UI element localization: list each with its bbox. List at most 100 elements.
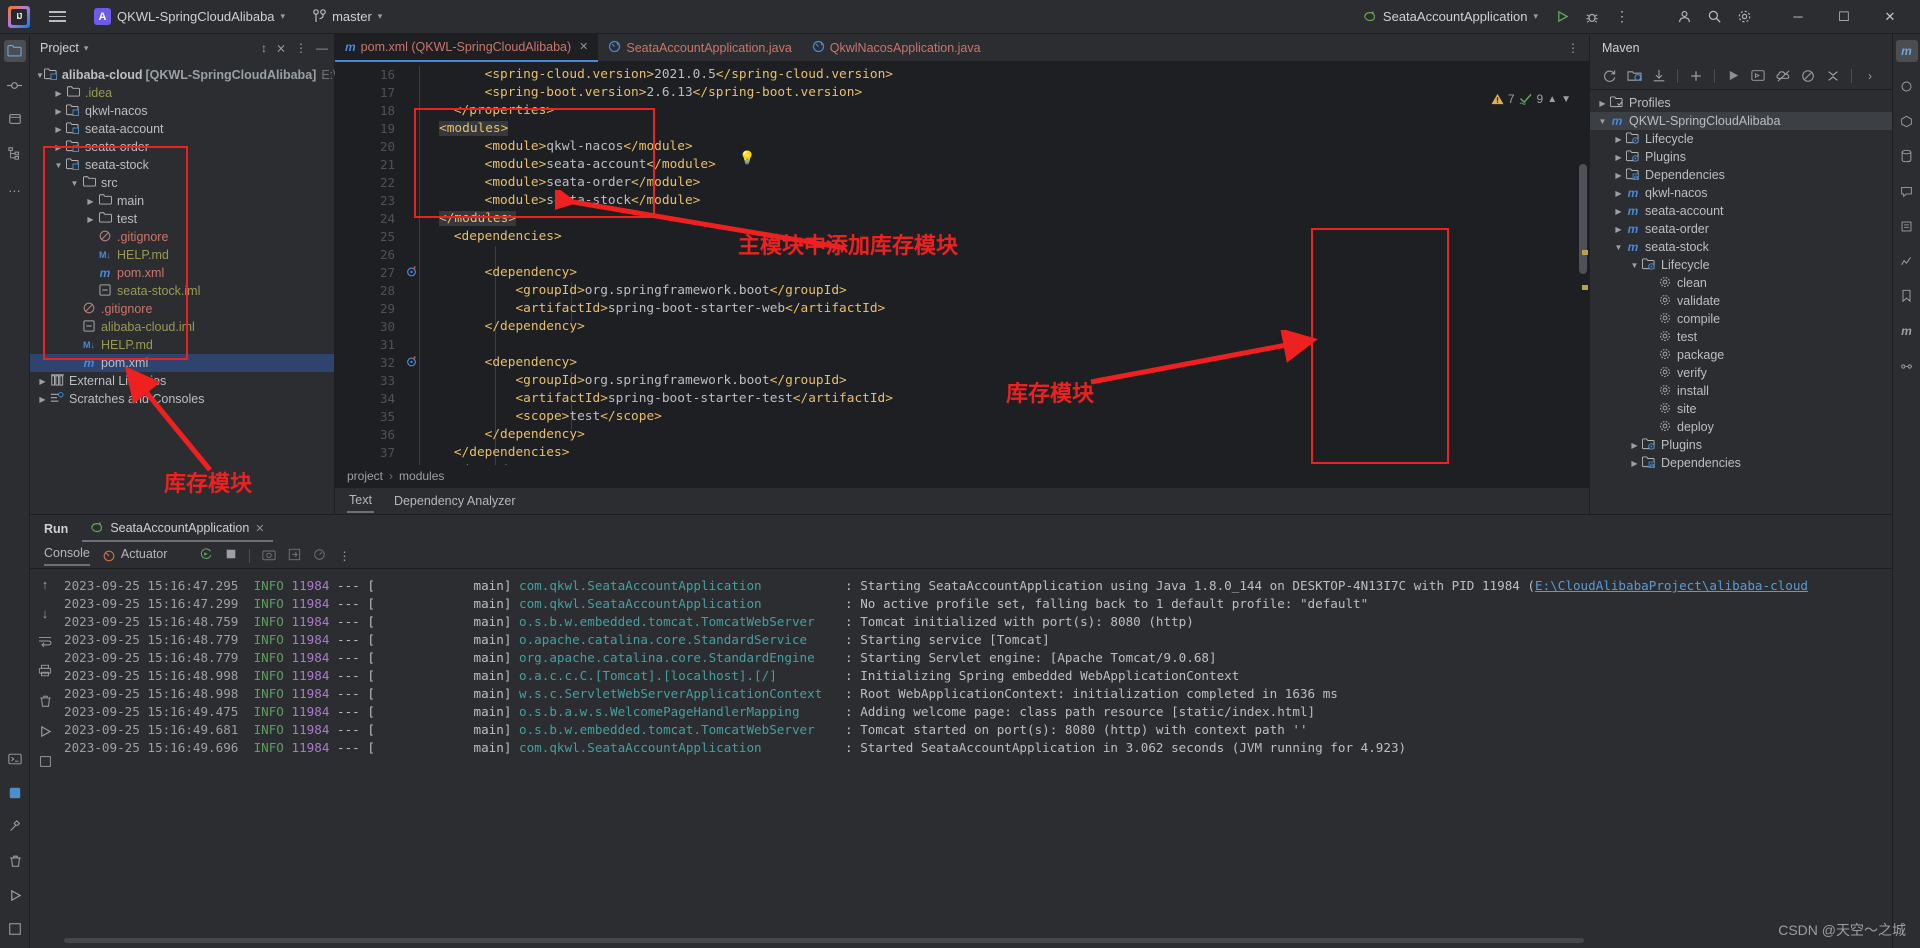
code-editor[interactable]: 16 17 18 19 20 21 22 23 24 25 26 27 28 29 30 31 32 33 34 35… [335, 62, 1589, 487]
chevron-down-icon[interactable]: ▼ [1612, 243, 1625, 252]
chevron-right-icon[interactable]: ▶ [84, 197, 97, 206]
tab-console[interactable]: Console [44, 546, 90, 566]
hide-panel-icon[interactable]: — [316, 41, 328, 55]
profile-icon[interactable] [313, 548, 326, 564]
breadcrumb[interactable]: project › modules [335, 465, 1589, 487]
plus-icon[interactable] [1685, 65, 1707, 87]
chevron-right-icon[interactable]: ▶ [52, 143, 65, 152]
breadcrumb-item[interactable]: modules [399, 469, 444, 483]
bookmarks-icon[interactable] [1896, 285, 1918, 307]
maven-tree-item[interactable]: ▶compile [1590, 310, 1892, 328]
structure-icon[interactable] [4, 142, 26, 164]
chevron-right-icon[interactable]: ▶ [1612, 153, 1625, 162]
account-icon[interactable] [1670, 3, 1698, 31]
maven-tree-item[interactable]: ▶site [1590, 400, 1892, 418]
code-line[interactable]: </modules> [403, 210, 1589, 228]
panel-options-icon[interactable]: ⋮ [295, 41, 307, 55]
project-widget[interactable]: A QKWL-SpringCloudAlibaba ▾ [88, 5, 291, 28]
maven-tree-item[interactable]: ▼ Lifecycle [1590, 256, 1892, 274]
project-tree-item[interactable]: ▶ seata-order [30, 138, 334, 156]
run-button[interactable] [1548, 3, 1576, 31]
chevron-right-icon[interactable]: ▶ [1612, 207, 1625, 216]
more-options-button[interactable]: ⋮ [1608, 3, 1636, 31]
maven-tree-item[interactable]: ▼ m QKWL-SpringCloudAlibaba [1590, 112, 1892, 130]
gradle-tool-icon[interactable] [1896, 75, 1918, 97]
services-icon[interactable] [4, 782, 26, 804]
search-icon[interactable] [1700, 3, 1728, 31]
chevron-down-icon[interactable]: ▼ [68, 179, 81, 188]
project-tree-item[interactable]: ▼ seata-stock [30, 156, 334, 174]
project-tree-item[interactable]: ▶M↓HELP.md [30, 336, 334, 354]
editor-gutter[interactable]: 16 17 18 19 20 21 22 23 24 25 26 27 28 29 30 31 32 33 34 35… [335, 62, 416, 487]
code-line[interactable]: <groupId>org.springframework.boot</group… [403, 282, 1589, 300]
project-tree-item[interactable]: ▼ src [30, 174, 334, 192]
terminal-icon[interactable] [4, 748, 26, 770]
maven-tree-item[interactable]: ▶package [1590, 346, 1892, 364]
console-output[interactable]: 2023-09-25 15:16:47.295 INFO 11984 --- [… [64, 577, 1880, 947]
editor-code-lines[interactable]: <spring-cloud.version>2021.0.5</spring-c… [403, 62, 1589, 487]
skip-tests-icon[interactable] [1797, 65, 1819, 87]
chevron-down-icon[interactable]: ▼ [36, 71, 44, 80]
profiler-icon[interactable] [1896, 250, 1918, 272]
code-line[interactable]: </properties> [403, 102, 1589, 120]
maven-tree-item[interactable]: ▶install [1590, 382, 1892, 400]
project-tree-item[interactable]: ▶ Scratches and Consoles [30, 390, 334, 408]
debug-button[interactable] [1578, 3, 1606, 31]
project-file-tree[interactable]: ▼ alibaba-cloud [QKWL-SpringCloudAlibaba]… [30, 62, 378, 408]
run-goal-icon[interactable] [1722, 65, 1744, 87]
run-console-icon[interactable] [39, 725, 52, 741]
maven-tree-item[interactable]: ▶ Dependencies [1590, 454, 1892, 472]
code-line[interactable] [403, 246, 1589, 264]
maven-tree-item[interactable]: ▼ m seata-stock [1590, 238, 1892, 256]
project-tree-item[interactable]: ▶ test [30, 210, 334, 228]
console-view[interactable]: ↑ ↓ 2023-09-25 15:16:47.295 INFO 11984 -… [30, 569, 1892, 947]
scroll-down-icon[interactable]: ↓ [42, 606, 49, 621]
project-tree-item[interactable]: ▶ main [30, 192, 334, 210]
code-line[interactable]: <spring-boot.version>2.6.13</spring-boot… [403, 84, 1589, 102]
maven-tree-item[interactable]: ▶clean [1590, 274, 1892, 292]
collapse-all-icon[interactable] [1822, 65, 1844, 87]
maven-tree-item[interactable]: ▶deploy [1590, 418, 1892, 436]
chevron-down-icon[interactable]: ▼ [1628, 261, 1641, 270]
project-panel-title-dropdown[interactable]: Project ▾ [40, 41, 88, 55]
endpoints-icon[interactable] [1896, 355, 1918, 377]
code-line[interactable]: <module>seata-account</module> [403, 156, 1589, 174]
rerun-icon[interactable] [199, 547, 213, 564]
pull-requests-icon[interactable] [4, 108, 26, 130]
error-stripe-mark[interactable] [1582, 250, 1588, 255]
stop-icon[interactable] [225, 548, 237, 563]
code-line[interactable]: <groupId>org.springframework.boot</group… [403, 372, 1589, 390]
chevron-right-icon[interactable]: ▶ [1628, 459, 1641, 468]
project-tree-item[interactable]: ▶ qkwl-nacos [30, 102, 334, 120]
commit-tool-icon[interactable] [4, 74, 26, 96]
chevron-right-icon[interactable]: ▶ [84, 215, 97, 224]
code-line[interactable]: <spring-cloud.version>2021.0.5</spring-c… [403, 66, 1589, 84]
code-line[interactable]: <modules> [403, 120, 1589, 138]
chevron-right-icon[interactable]: › [1859, 65, 1881, 87]
maven-project-tree[interactable]: ▶ Profiles ▼ m QKWL-SpringCloudAlibaba ▶ Lifec… [1590, 90, 1892, 472]
code-line[interactable]: <dependencies> [403, 228, 1589, 246]
project-tree-item[interactable]: ▶M↓HELP.md [30, 246, 334, 264]
maven-tree-item[interactable]: ▶ Dependencies [1590, 166, 1892, 184]
code-line[interactable]: <artifactId>spring-boot-starter-test</ar… [403, 390, 1589, 408]
run-configuration-selector[interactable]: SeataAccountApplication ▾ [1355, 6, 1546, 27]
soft-wrap-icon[interactable] [38, 635, 52, 650]
settings-console-icon[interactable] [39, 755, 52, 771]
clear-all-icon[interactable] [39, 694, 52, 711]
project-tree-item[interactable]: ▶seata-stock.iml [30, 282, 334, 300]
code-line[interactable]: </dependency> [403, 318, 1589, 336]
chevron-down-icon[interactable]: ▼ [1596, 117, 1609, 126]
maven-tree-item[interactable]: ▶ m qkwl-nacos [1590, 184, 1892, 202]
code-line[interactable]: <module>seata-order</module> [403, 174, 1589, 192]
close-button[interactable]: ✕ [1868, 2, 1912, 32]
build-icon[interactable] [4, 816, 26, 838]
chevron-right-icon[interactable]: ▶ [36, 377, 49, 386]
code-line[interactable]: <artifactId>spring-boot-starter-web</art… [403, 300, 1589, 318]
chevron-right-icon[interactable]: ▶ [1628, 441, 1641, 450]
code-line[interactable]: <scope>test</scope> [403, 408, 1589, 426]
more-tool-windows-icon[interactable]: … [4, 176, 26, 198]
project-tool-icon[interactable] [3, 40, 26, 62]
inspection-widget[interactable]: 7 9 ▲ ▼ [1491, 92, 1571, 106]
chevron-down-icon[interactable]: ▼ [1561, 94, 1571, 105]
database-icon[interactable] [1896, 145, 1918, 167]
